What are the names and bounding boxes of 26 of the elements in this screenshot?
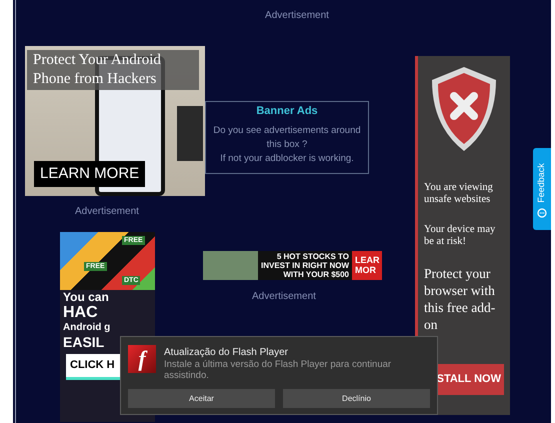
banner-ads-text: If not your adblocker is working.: [219, 152, 355, 166]
phone-ad-photo[interactable]: Protect Your Android Phone from Hackers LEARN MORE: [25, 46, 205, 196]
popup-button[interactable]: Aceitar: [128, 389, 275, 408]
ad-text: Android g: [62, 321, 112, 335]
popup-button[interactable]: Declínio: [283, 389, 430, 408]
ad-label: Advertisement: [264, 9, 330, 22]
ad-text: You can: [62, 290, 110, 305]
ad-text: HAC: [62, 305, 99, 320]
ad-label: Advertisement: [75, 206, 139, 218]
popup-message: Instale a última versão do Flash Player para continuar assistindo.: [164, 359, 392, 381]
banner-ads-text: Do you see advertisements around this box ?: [212, 124, 362, 152]
cube-drawing: [177, 106, 203, 161]
flash-icon: f: [128, 345, 156, 373]
stocks-ad-text: 5 HOT STOCKS TO INVEST IN RIGHT NOW WITH YOUR $500: [258, 251, 352, 280]
chat-icon: [537, 208, 547, 218]
popup-title: Atualização do Flash Player: [164, 347, 289, 359]
risk-text: Your device may be at risk!: [424, 224, 496, 248]
security-ad[interactable]: You are viewing unsafe websites Your device may be at risk! Protect your browser with this free add-on STALL NOW: [415, 56, 510, 415]
ad-label: Advertisement: [252, 291, 316, 303]
ad-text: EASIL: [62, 335, 106, 350]
learn-more-button[interactable]: LEAR MOR: [352, 251, 382, 280]
banner-ads-title: Banner Ads: [255, 105, 319, 118]
warning-text: You are viewing unsafe websites: [424, 182, 494, 206]
learn-more-button[interactable]: LEARN MORE: [34, 161, 146, 187]
ad-headline: Protect Your Android Phone from Hackers: [27, 50, 199, 90]
pitch-text: Protect your browser with this free add-on: [424, 265, 496, 333]
